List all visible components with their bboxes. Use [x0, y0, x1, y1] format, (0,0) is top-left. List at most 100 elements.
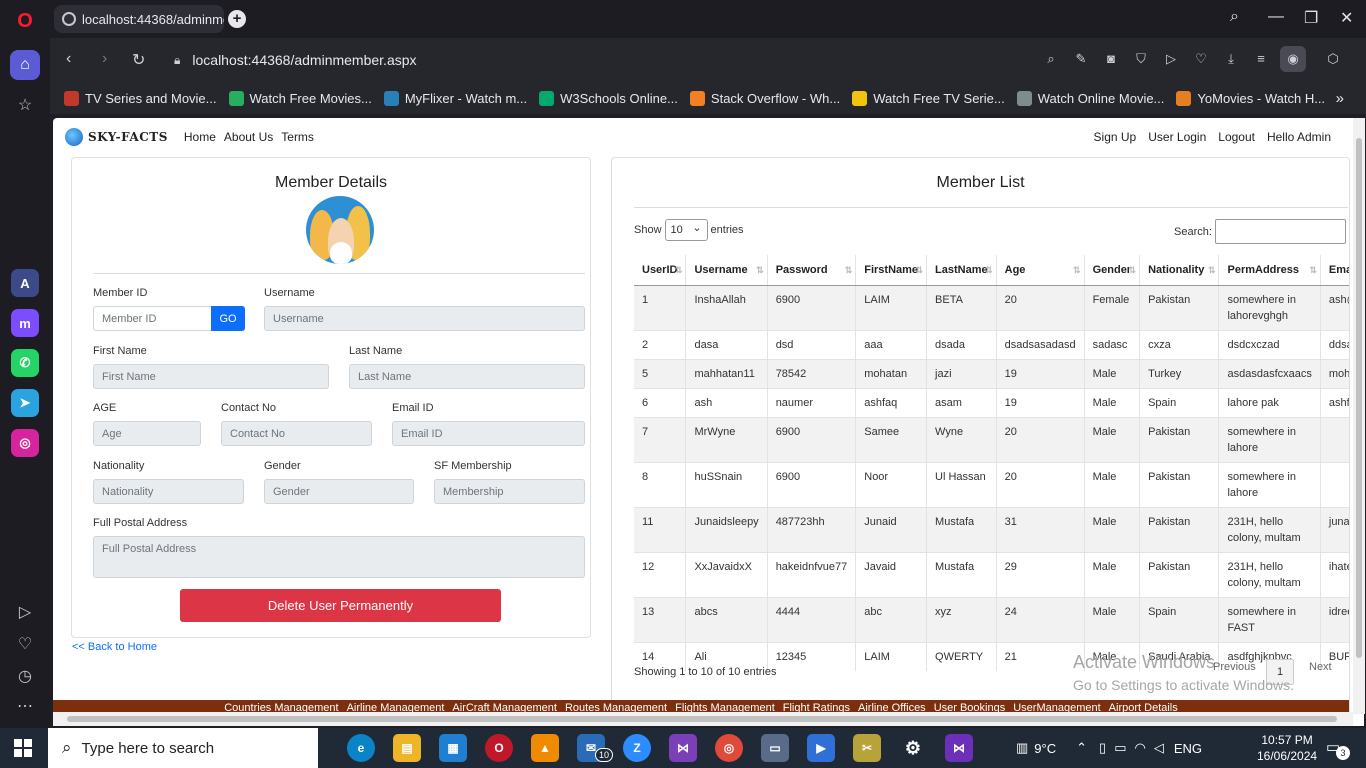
volume-icon[interactable]: ◁ — [1154, 740, 1164, 756]
search-input[interactable] — [1214, 219, 1346, 244]
col-firstname[interactable]: FirstName — [855, 255, 928, 286]
bookmark[interactable]: Stack Overflow - Wh... — [689, 90, 840, 106]
store-icon[interactable]: ▦ — [439, 734, 467, 762]
settings-icon[interactable]: ⚙ — [899, 734, 927, 762]
visual-studio-icon[interactable]: ⋈ — [669, 734, 697, 762]
battery-icon[interactable]: ▭ — [1114, 740, 1126, 756]
table-row[interactable]: 11 Junaidsleepy 487723hh Junaid Mustafa 31 Mal… — [634, 506, 1349, 552]
bookmark[interactable]: TV Series and Movie... — [64, 90, 217, 106]
first-name-field[interactable]: First Name — [93, 364, 329, 389]
nav-home[interactable]: Home — [184, 130, 216, 144]
back-to-home-link[interactable]: << Back to Home — [72, 641, 157, 653]
wifi-icon[interactable]: ◠ — [1134, 740, 1145, 756]
language[interactable]: ENG — [1174, 741, 1202, 756]
col-email[interactable]: Email — [1320, 255, 1349, 286]
more-bookmarks-icon[interactable]: » — [1336, 90, 1344, 107]
go-button[interactable]: GO — [211, 306, 245, 331]
player-icon[interactable]: ▷ — [10, 597, 40, 627]
back-icon[interactable]: ‹ — [66, 50, 71, 68]
table-row[interactable]: 6 ash naumer ashfaq asam 19 Male Spain lahore pa… — [634, 387, 1349, 417]
extensions-icon[interactable]: ⬡ — [1324, 51, 1342, 69]
page-length-select[interactable]: 10 — [664, 219, 708, 241]
site-brand[interactable]: SKY-FACTS — [65, 128, 168, 146]
bookmark[interactable]: Watch Free Movies... — [228, 90, 372, 106]
bookmark[interactable]: Watch Free TV Serie... — [852, 90, 1005, 106]
contact-field[interactable]: Contact No — [221, 421, 372, 446]
scroll-thumb[interactable] — [67, 716, 1337, 722]
membership-field[interactable]: Membership — [434, 479, 585, 504]
vertical-scrollbar[interactable] — [1353, 118, 1365, 714]
table-row[interactable]: 2 dasa dsd aaa dsada dsadsasadasd sadasc cxza ds… — [634, 329, 1349, 359]
flow-icon[interactable]: ▷ — [1162, 51, 1180, 69]
previous-button[interactable]: Previous — [1213, 661, 1256, 673]
close-icon[interactable]: ✕ — [1340, 8, 1353, 28]
username-field[interactable]: Username — [264, 306, 585, 331]
vlc-icon[interactable]: ▲ — [531, 734, 559, 762]
col-age[interactable]: Age — [996, 255, 1085, 286]
more-icon[interactable]: ⋯ — [10, 691, 40, 721]
weather-icon[interactable]: ▥ — [1016, 740, 1028, 756]
table-row[interactable]: 8 huSSnain 6900 Noor Ul Hassan 20 Male Pakistan… — [634, 461, 1349, 507]
shield-icon[interactable]: ⛉ — [1132, 51, 1150, 69]
temperature[interactable]: 9°C — [1034, 741, 1056, 756]
bookmark[interactable]: W3Schools Online... — [539, 90, 678, 106]
address-textarea[interactable]: Full Postal Address — [93, 536, 585, 578]
col-password[interactable]: Password — [767, 255, 857, 286]
home-icon[interactable]: ⌂ — [10, 50, 40, 80]
windows-start-icon[interactable] — [14, 739, 32, 757]
media-icon[interactable]: ▶ — [807, 734, 835, 762]
edit-icon[interactable]: ✎ — [1072, 51, 1090, 69]
new-tab-icon[interactable]: + — [228, 10, 246, 28]
nav-about-us[interactable]: About Us — [224, 130, 273, 144]
nav-sign-up[interactable]: Sign Up — [1094, 130, 1137, 144]
table-row[interactable]: 5 mahhatan11 78542 mohatan jazi 19 Male Turkey a… — [634, 358, 1349, 388]
bookmark[interactable]: MyFlixer - Watch m... — [383, 90, 527, 106]
last-name-field[interactable]: Last Name — [349, 364, 585, 389]
col-lastname[interactable]: LastName — [926, 255, 997, 286]
history-icon[interactable]: ◷ — [10, 661, 40, 691]
network-app-icon[interactable]: ▭ — [761, 734, 789, 762]
nav-user-login[interactable]: User Login — [1148, 130, 1206, 144]
member-id-input[interactable]: Member ID — [93, 306, 212, 331]
telegram-icon[interactable]: ➤ — [11, 389, 39, 417]
maximize-icon[interactable]: ❐ — [1304, 8, 1318, 28]
chevron-up-icon[interactable]: ⌃ — [1076, 740, 1087, 756]
clock[interactable]: 10:57 PM 16/06/2024 — [1257, 732, 1317, 764]
file-explorer-icon[interactable]: ▤ — [393, 734, 421, 762]
menu-icon[interactable]: ≡ — [1252, 51, 1270, 69]
col-username[interactable]: Username — [685, 255, 768, 286]
forward-icon[interactable]: › — [102, 50, 107, 68]
delete-user-button[interactable]: Delete User Permanently — [180, 589, 501, 622]
minimize-icon[interactable]: — — [1268, 8, 1284, 26]
col-nationality[interactable]: Nationality — [1139, 255, 1220, 286]
aria-icon[interactable]: A — [11, 269, 39, 297]
whatsapp-icon[interactable]: ✆ — [11, 349, 39, 377]
age-field[interactable]: Age — [93, 421, 201, 446]
device-icon[interactable]: ▯ — [1099, 740, 1106, 756]
zoom-icon[interactable]: Z — [623, 734, 651, 762]
star-icon[interactable]: ☆ — [10, 90, 40, 120]
table-row[interactable]: 13 abcs 4444 abc xyz 24 Male Spain somewhere in … — [634, 596, 1349, 642]
reload-icon[interactable]: ↻ — [132, 50, 145, 70]
table-row[interactable]: 12 XxJavaidxX hakeidnfvue77 Javaid Mustafa 29… — [634, 551, 1349, 597]
messenger-icon[interactable]: m — [11, 309, 39, 337]
email-field[interactable]: Email ID — [392, 421, 585, 446]
heart-toolbar-icon[interactable]: ♡ — [1192, 51, 1210, 69]
bookmark[interactable]: YoMovies - Watch H... — [1176, 90, 1325, 106]
col-userid[interactable]: UserID — [634, 255, 687, 286]
tools-icon[interactable]: ✂ — [853, 734, 881, 762]
visual-studio-2-icon[interactable]: ⋈ — [945, 734, 973, 762]
download-icon[interactable]: ⤓ — [1222, 51, 1240, 69]
search-tabs-icon[interactable]: ⌕ — [1230, 8, 1239, 26]
bookmark[interactable]: Watch Online Movie... — [1016, 90, 1164, 106]
chrome-icon[interactable]: ◎ — [715, 734, 743, 762]
table-row[interactable]: 7 MrWyne 6900 Samee Wyne 20 Male Pakistan somewh… — [634, 416, 1349, 462]
url-field[interactable]: 🔒︎ localhost:44368/adminmember.aspx — [160, 44, 1290, 76]
nationality-field[interactable]: Nationality — [93, 479, 244, 504]
next-button[interactable]: Next — [1309, 661, 1332, 673]
tab-active[interactable]: localhost:44368/adminme — [54, 5, 224, 33]
search-page-icon[interactable]: ⌕ — [1042, 51, 1060, 69]
col-gender[interactable]: Gender — [1084, 255, 1141, 286]
instagram-icon[interactable]: ◎ — [11, 429, 39, 457]
nav-terms[interactable]: Terms — [281, 130, 314, 144]
